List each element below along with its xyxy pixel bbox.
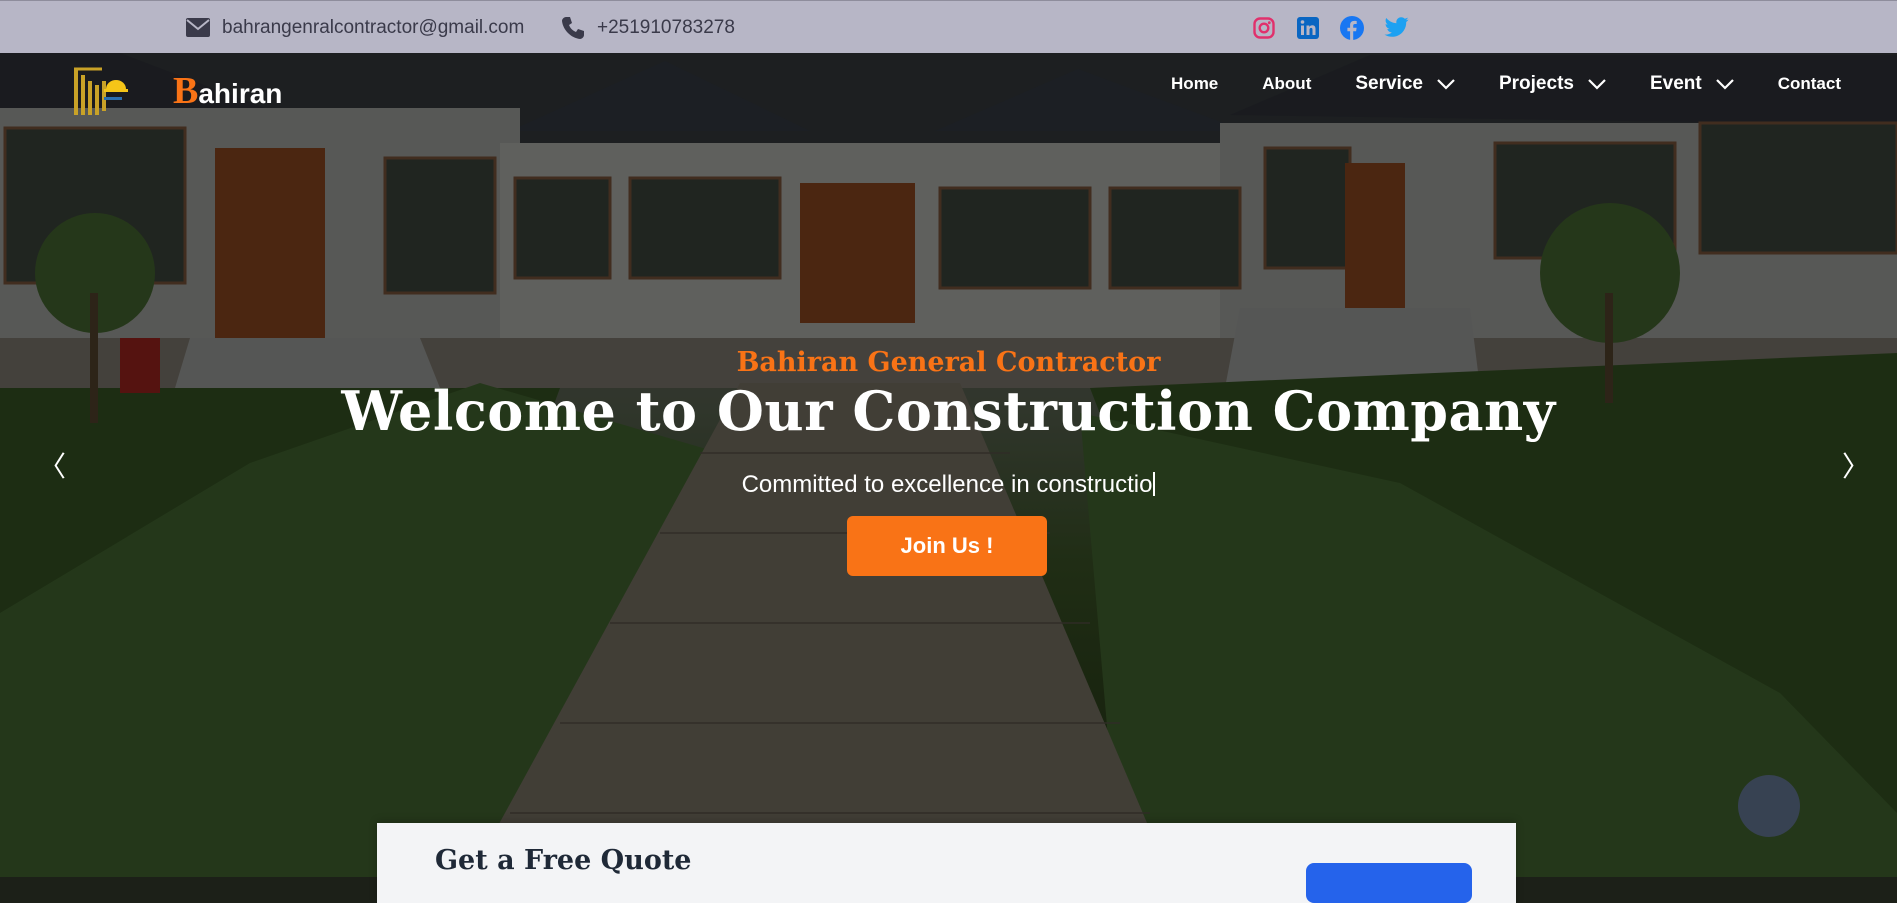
- quote-title: Get a Free Quote: [435, 845, 692, 876]
- nav-home-label: Home: [1171, 74, 1219, 93]
- main-nav: Home About Service Projects Event Contac…: [1127, 73, 1841, 95]
- twitter-icon[interactable]: [1383, 15, 1409, 41]
- typing-caret: [1153, 472, 1156, 496]
- carousel-prev-arrow-icon[interactable]: 〈: [38, 445, 66, 485]
- brand-initial: B: [173, 70, 199, 112]
- nav-event[interactable]: Event: [1650, 73, 1734, 95]
- top-contact-bar: bahrangenralcontractor@gmail.com +251910…: [0, 0, 1897, 53]
- hero-headline: Welcome to Our Construction Company: [341, 379, 1556, 443]
- join-us-button[interactable]: Join Us !: [847, 516, 1047, 576]
- chevron-down-icon: [1588, 78, 1606, 90]
- nav-contact[interactable]: Contact: [1778, 74, 1841, 94]
- nav-about[interactable]: About: [1262, 74, 1311, 94]
- linkedin-icon[interactable]: [1295, 15, 1321, 41]
- email-text: bahrangenralcontractor@gmail.com: [222, 16, 525, 38]
- hero-subtitle: Bahiran General Contractor: [736, 347, 1161, 378]
- nav-projects-label: Projects: [1498, 73, 1574, 94]
- nav-event-label: Event: [1649, 73, 1702, 94]
- free-quote-card: Get a Free Quote: [377, 823, 1516, 903]
- brand-name[interactable]: Bahiran: [173, 69, 282, 113]
- facebook-icon[interactable]: [1339, 15, 1365, 41]
- envelope-icon: [186, 18, 210, 37]
- email-contact[interactable]: bahrangenralcontractor@gmail.com: [186, 1, 524, 54]
- hero-tagline-text: Committed to excellence in constructio: [741, 471, 1153, 498]
- instagram-icon[interactable]: [1251, 15, 1277, 41]
- nav-home[interactable]: Home: [1171, 74, 1218, 94]
- nav-about-label: About: [1262, 74, 1312, 93]
- social-links: [1251, 1, 1409, 54]
- nav-projects[interactable]: Projects: [1499, 73, 1606, 95]
- chevron-down-icon: [1715, 78, 1734, 90]
- chevron-down-icon: [1437, 78, 1455, 90]
- nav-service[interactable]: Service: [1355, 73, 1455, 95]
- brand-rest: ahiran: [198, 78, 283, 109]
- nav-service-label: Service: [1355, 73, 1423, 94]
- hero-tagline: Committed to excellence in constructio: [0, 471, 1897, 499]
- nav-contact-label: Contact: [1777, 74, 1841, 93]
- hero-section: Bahiran Home About Service Projects Even…: [0, 53, 1897, 877]
- phone-text: +251910783278: [597, 16, 735, 38]
- company-logo-icon[interactable]: [72, 63, 132, 123]
- quote-submit-button[interactable]: [1306, 863, 1472, 903]
- chat-widget-icon[interactable]: [1738, 775, 1800, 837]
- carousel-next-arrow-icon[interactable]: 〉: [1842, 445, 1870, 485]
- phone-icon: [562, 16, 584, 39]
- hero-dark-overlay: [0, 53, 1897, 877]
- phone-contact[interactable]: +251910783278: [561, 1, 735, 54]
